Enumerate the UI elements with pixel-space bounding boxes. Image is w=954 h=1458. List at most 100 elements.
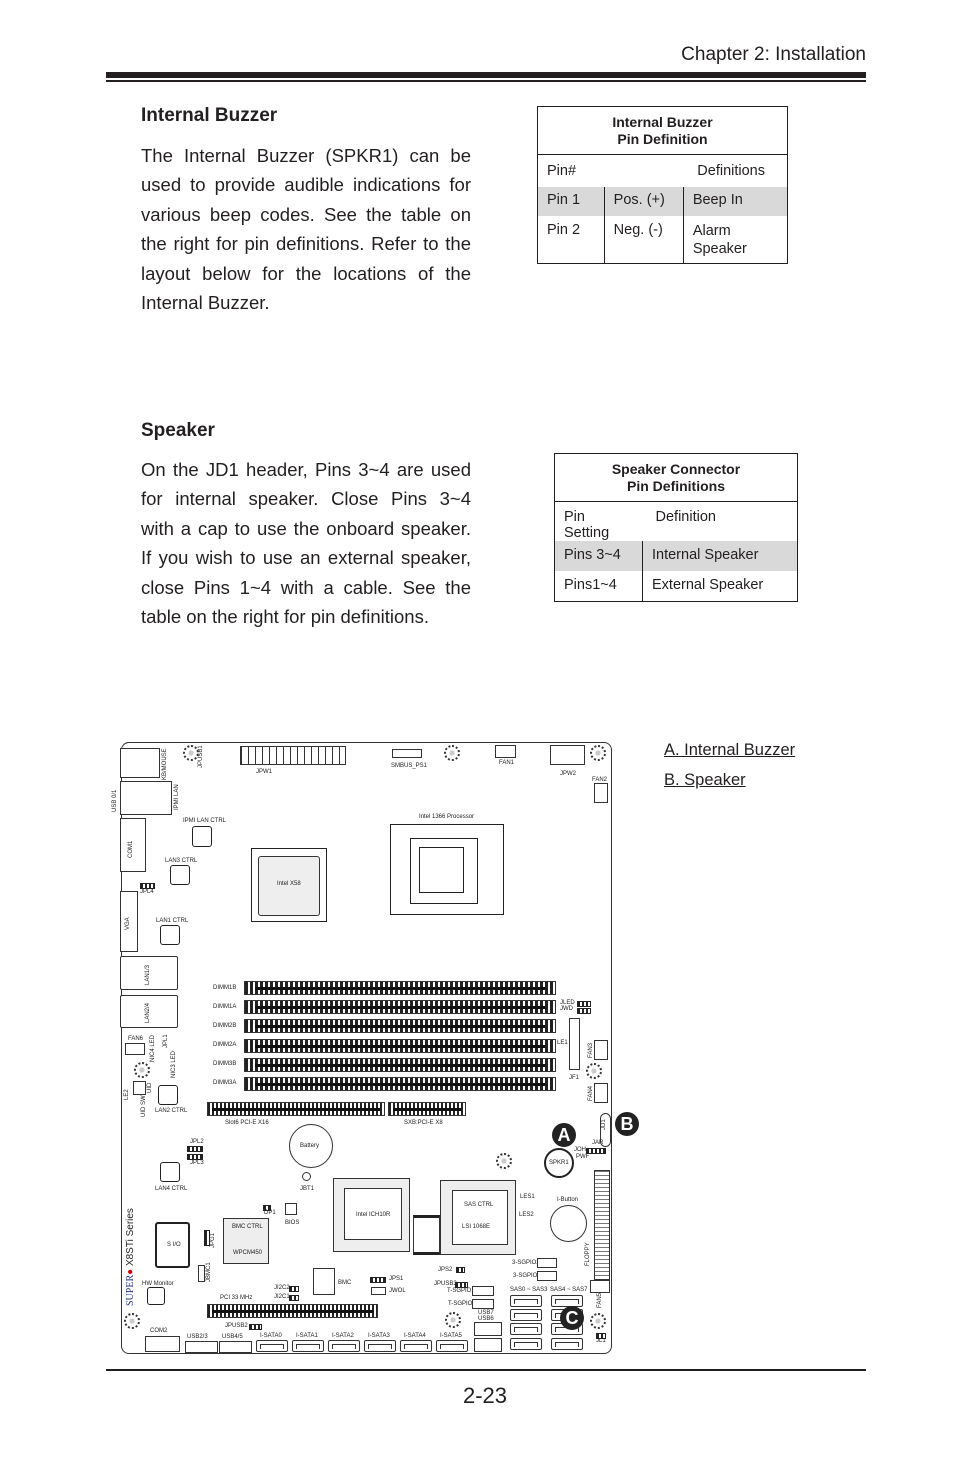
bios-chip	[285, 1203, 297, 1215]
label: I-SATA0	[260, 1333, 282, 1339]
label: JPG1	[210, 1232, 216, 1248]
header-rule	[106, 72, 866, 78]
label: COM2	[150, 1328, 168, 1334]
i-sata1-port	[292, 1340, 324, 1352]
joh-jumper	[586, 1148, 606, 1154]
i-sata2-port	[328, 1340, 360, 1352]
label: JPUSB2	[225, 1323, 248, 1329]
callout-a-badge: A	[552, 1123, 576, 1147]
label: LES2	[519, 1212, 534, 1218]
uid-switch	[133, 1081, 146, 1095]
label: LSI 1068E	[462, 1224, 491, 1230]
label: Intel ICH10R	[356, 1212, 391, 1218]
label: JPL1	[163, 1034, 169, 1048]
smbus-connector	[392, 749, 422, 758]
label: JAR	[592, 1140, 604, 1146]
label: JPS2	[438, 1267, 453, 1273]
label: LE1	[557, 1040, 568, 1046]
label: JPL3	[190, 1160, 204, 1166]
jled-jumper	[577, 1001, 591, 1007]
hw-monitor-chip	[147, 1287, 165, 1305]
mounting-hole	[586, 1063, 602, 1079]
label: DIMM2B	[213, 1023, 237, 1029]
label: SMBUS_PS1	[391, 763, 428, 769]
label: USB4/5	[222, 1334, 243, 1340]
label: I-SATA4	[404, 1333, 426, 1339]
i-button-socket	[550, 1205, 587, 1242]
callout-b-badge: B	[615, 1112, 639, 1136]
mounting-hole	[183, 745, 199, 761]
label: UID	[147, 1082, 153, 1093]
lan3-ctrl-chip	[170, 865, 190, 885]
label: FAN5	[597, 1292, 603, 1308]
sas-ctrl-die	[452, 1190, 508, 1245]
internal-buzzer-table: Internal Buzzer Pin Definition Pin# Defini…	[537, 106, 788, 264]
usb-ipmi-port	[120, 781, 172, 815]
table-row: Pins 3~4 Internal Speaker	[554, 541, 798, 571]
3-sgpio1-header	[537, 1271, 557, 1281]
legend-link-speaker[interactable]: B. Speaker	[664, 771, 746, 790]
ji2c1-jumper	[289, 1295, 299, 1301]
usb45-header	[219, 1341, 252, 1353]
label: PWF	[576, 1154, 590, 1160]
callout-c-badge: C	[560, 1306, 584, 1330]
label: I-SATA3	[368, 1333, 390, 1339]
label: LAN4 CTRL	[155, 1186, 188, 1192]
label: USB 0/1	[112, 789, 118, 812]
label: JOH	[574, 1147, 586, 1153]
cpu-socket-inner	[419, 847, 464, 893]
mounting-hole	[590, 745, 606, 761]
label: JL1	[596, 1338, 606, 1344]
slot6-pcie-x16	[207, 1102, 385, 1116]
label: JPS1	[389, 1276, 404, 1282]
3-sgpio2-header	[537, 1258, 557, 1268]
board-brand: SUPER● X8STi Series	[125, 1208, 136, 1306]
table-title: Speaker Connector Pin Definitions	[554, 453, 798, 502]
t-sgpio1-header	[472, 1286, 494, 1296]
jbmc1-jumper	[198, 1265, 205, 1282]
jps1-jumper	[370, 1277, 386, 1283]
legend-link-internal-buzzer[interactable]: A. Internal Buzzer	[664, 741, 795, 760]
label: DP1	[264, 1210, 276, 1216]
label: JD1	[601, 1119, 607, 1130]
fan6-header	[125, 1043, 145, 1055]
section-heading-speaker: Speaker	[141, 420, 215, 441]
section-heading-internal-buzzer: Internal Buzzer	[141, 105, 278, 126]
lan4-ctrl-chip	[160, 1162, 180, 1182]
mounting-hole	[444, 745, 460, 761]
label: JWD	[560, 1006, 573, 1012]
label: Battery	[300, 1143, 320, 1149]
t-sgpio2-header	[472, 1299, 494, 1309]
mounting-hole	[445, 1312, 461, 1328]
label: JPW2	[560, 771, 577, 777]
label: S I/O	[167, 1242, 181, 1248]
label: DIMM3B	[213, 1061, 237, 1067]
label: JI2C2	[274, 1285, 290, 1291]
dimm1b-slot	[244, 981, 556, 995]
label: IPMI LAN CTRL	[183, 818, 227, 824]
label: UID SW	[141, 1095, 147, 1117]
label: VGA	[125, 917, 131, 930]
sas-port	[551, 1338, 583, 1350]
mounting-hole	[496, 1153, 512, 1169]
ipmi-lan-ctrl-chip	[192, 826, 212, 847]
mounting-hole	[590, 1313, 606, 1329]
table-row: Pin 1 Pos. (+) Beep In	[537, 186, 788, 216]
label: LES1	[520, 1194, 535, 1200]
label: NIC4 LED	[150, 1034, 156, 1062]
floppy-connector	[594, 1170, 610, 1280]
usb23-header	[185, 1341, 218, 1353]
jwol-header	[371, 1287, 386, 1295]
fan4-header	[594, 1083, 608, 1103]
ji2c2-jumper	[289, 1286, 299, 1292]
speaker-connector-table: Speaker Connector Pin Definitions Pin Set…	[554, 453, 798, 602]
label: BMC CTRL	[232, 1224, 263, 1230]
jpw1-connector	[240, 746, 346, 765]
label: FLOPPY	[585, 1242, 591, 1266]
jps2-jumper	[456, 1267, 465, 1273]
sas-port	[510, 1338, 542, 1350]
table-title: Internal Buzzer Pin Definition	[537, 106, 788, 155]
jpw2-connector	[550, 745, 585, 765]
label: T-SGPIO1	[447, 1288, 475, 1294]
sas-port	[510, 1309, 542, 1321]
